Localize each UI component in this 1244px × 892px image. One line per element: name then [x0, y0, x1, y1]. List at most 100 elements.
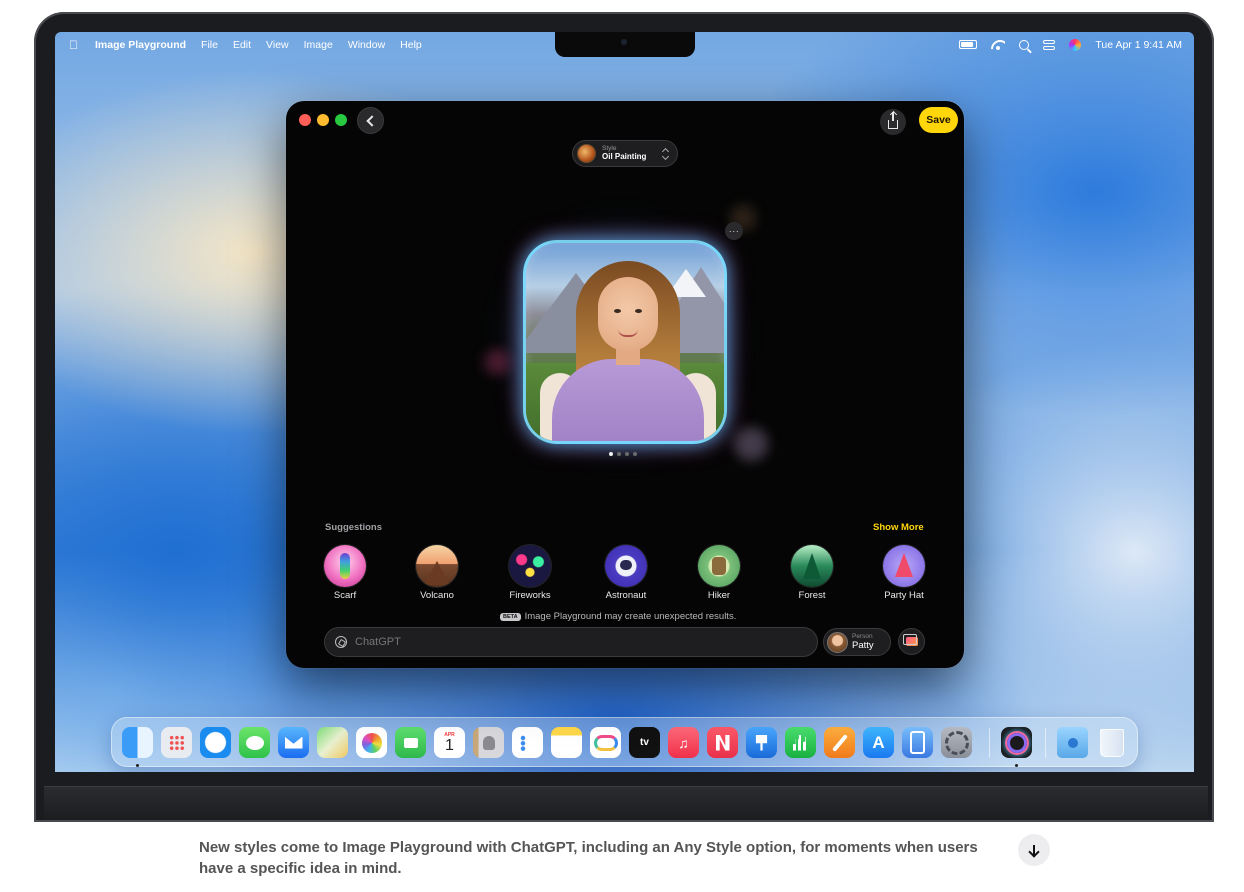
add-image-button[interactable] — [898, 628, 925, 655]
dock-finder-icon[interactable] — [122, 727, 153, 758]
style-value: Oil Painting — [602, 152, 647, 162]
dock-freeform-icon[interactable] — [590, 727, 621, 758]
suggestion-label: Fireworks — [509, 590, 551, 601]
generated-image[interactable] — [523, 240, 727, 444]
share-button[interactable] — [880, 109, 906, 135]
dock-app-store-icon[interactable]: A — [863, 727, 894, 758]
share-icon — [888, 111, 898, 129]
dock-numbers-icon[interactable] — [785, 727, 816, 758]
beta-notice: BETA Image Playground may create unexpec… — [500, 611, 736, 622]
save-button[interactable]: Save — [919, 107, 958, 133]
show-more-link[interactable]: Show More — [873, 522, 924, 533]
close-window-button[interactable] — [299, 114, 311, 126]
suggestion-label: Forest — [798, 590, 826, 601]
suggestion-fireworks[interactable]: Fireworks — [495, 545, 565, 601]
dock-notes-icon[interactable] — [551, 727, 582, 758]
more-options-button[interactable]: ··· — [725, 222, 743, 240]
suggestion-forest[interactable]: Forest — [777, 545, 847, 601]
dock-launchpad-icon[interactable] — [161, 727, 192, 758]
page-dot[interactable] — [633, 452, 637, 456]
dock-system-settings-icon[interactable] — [941, 727, 972, 758]
page-dot[interactable] — [609, 452, 613, 456]
dock-mail-icon[interactable] — [278, 727, 309, 758]
portrait-eye — [635, 309, 642, 313]
style-text: Style Oil Painting — [602, 145, 647, 162]
dock-contacts-icon[interactable] — [473, 727, 504, 758]
suggestions-heading: Suggestions — [325, 522, 383, 533]
menu-view[interactable]: View — [266, 39, 289, 51]
menu-image[interactable]: Image — [304, 39, 333, 51]
scarf-icon — [324, 545, 366, 587]
menu-window[interactable]: Window — [348, 39, 385, 51]
chatgpt-icon — [335, 636, 347, 648]
dock-iphone-mirroring-icon[interactable] — [902, 727, 933, 758]
party-hat-icon — [883, 545, 925, 587]
menu-clock[interactable]: Tue Apr 1 9:41 AM — [1095, 39, 1182, 51]
suggestion-party-hat[interactable]: Party Hat — [869, 545, 939, 601]
calendar-day: 1 — [445, 737, 454, 754]
dock-downloads-folder-icon[interactable] — [1057, 727, 1088, 758]
dock-pages-icon[interactable] — [824, 727, 855, 758]
suggestion-astronaut[interactable]: Astronaut — [591, 545, 661, 601]
page-dot[interactable] — [617, 452, 621, 456]
dock-messages-icon[interactable] — [239, 727, 270, 758]
spotlight-icon[interactable] — [1019, 39, 1030, 50]
style-thumbnail-icon — [577, 144, 596, 163]
download-button[interactable] — [1018, 834, 1050, 866]
dock-trash-icon[interactable] — [1096, 727, 1127, 758]
dock-running-indicator — [136, 764, 139, 767]
tv-label: tv — [640, 737, 649, 748]
portrait-face — [598, 277, 658, 351]
beta-notice-text: Image Playground may create unexpected r… — [524, 611, 737, 622]
chevron-left-icon — [366, 114, 378, 127]
back-button[interactable] — [357, 107, 384, 134]
dock-separator — [989, 728, 990, 758]
dock-news-icon[interactable] — [707, 727, 738, 758]
chevron-up-down-icon — [663, 149, 668, 159]
menu-help[interactable]: Help — [400, 39, 422, 51]
person-text: Person Patty — [852, 633, 874, 651]
avatar — [827, 631, 848, 653]
dock-tv-icon[interactable]: tv — [629, 727, 660, 758]
menu-app-name[interactable]: Image Playground — [95, 39, 186, 51]
dock-calendar-icon[interactable]: APR 1 — [434, 727, 465, 758]
page-dot[interactable] — [625, 452, 629, 456]
page-indicator[interactable] — [609, 452, 637, 456]
prompt-input[interactable] — [355, 636, 795, 648]
wifi-icon[interactable] — [991, 40, 1005, 50]
prompt-field[interactable] — [324, 627, 818, 657]
dock-image-playground-icon[interactable] — [1001, 727, 1032, 758]
minimize-window-button[interactable] — [317, 114, 329, 126]
dock-keynote-icon[interactable] — [746, 727, 777, 758]
portrait-eye — [614, 309, 621, 313]
app-store-glyph: A — [872, 732, 885, 752]
suggestion-volcano[interactable]: Volcano — [402, 545, 472, 601]
style-picker[interactable]: Style Oil Painting — [572, 140, 678, 167]
battery-icon[interactable] — [959, 40, 978, 49]
dock-maps-icon[interactable] — [317, 727, 348, 758]
menu-bar-status: Tue Apr 1 9:41 AM — [959, 32, 1182, 57]
zoom-window-button[interactable] — [335, 114, 347, 126]
suggestion-label: Volcano — [420, 590, 454, 601]
beta-badge: BETA — [500, 612, 521, 621]
apple-logo-icon[interactable]:  — [69, 39, 81, 51]
dock-reminders-icon[interactable] — [512, 727, 543, 758]
photo-icon — [902, 634, 918, 646]
dock-facetime-icon[interactable] — [395, 727, 426, 758]
suggestion-hiker[interactable]: Hiker — [684, 545, 754, 601]
suggestion-label: Hiker — [707, 590, 731, 601]
suggestion-scarf[interactable]: Scarf — [310, 545, 380, 601]
menu-file[interactable]: File — [201, 39, 218, 51]
suggestion-label: Astronaut — [605, 590, 647, 601]
dock-music-icon[interactable]: ♫ — [668, 727, 699, 758]
portrait-sweater — [552, 359, 704, 441]
control-center-icon[interactable] — [1043, 39, 1056, 50]
suggestion-label: Scarf — [333, 590, 357, 601]
dock-safari-icon[interactable] — [200, 727, 231, 758]
menu-edit[interactable]: Edit — [233, 39, 251, 51]
siri-icon[interactable] — [1069, 38, 1082, 51]
hiker-icon — [698, 545, 740, 587]
person-picker[interactable]: Person Patty — [823, 628, 891, 656]
dock-photos-icon[interactable] — [356, 727, 387, 758]
image-playground-window: Save Style Oil Painting ··· Suggestions … — [286, 101, 964, 668]
